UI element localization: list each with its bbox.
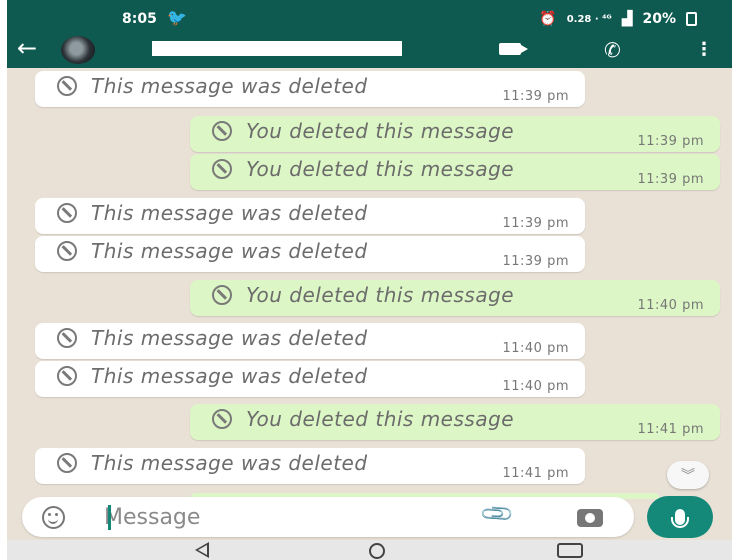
message-bubble-incoming[interactable]: This message was deleted 11:40 pm	[35, 323, 585, 359]
chat-header: 8:05 🐦 ⏰ 0.28 · ⁴ᴳ ▟ 20% ← ✆ ⋮	[7, 0, 732, 68]
ban-icon	[57, 76, 77, 96]
message-text: This message was deleted	[91, 239, 368, 263]
message-text: This message was deleted	[91, 201, 368, 225]
voice-message-button[interactable]	[647, 496, 713, 538]
message-time: 11:39 pm	[637, 172, 704, 187]
message-bubble-outgoing[interactable]: You deleted this message 11:39 pm	[190, 116, 720, 152]
network-speed: 0.28 · ⁴ᴳ	[566, 13, 612, 25]
message-text: This message was deleted	[91, 74, 368, 98]
message-text: This message was deleted	[91, 326, 368, 350]
message-input[interactable]	[104, 502, 464, 532]
message-text: This message was deleted	[91, 364, 368, 388]
ban-icon	[57, 241, 77, 261]
voice-call-icon[interactable]: ✆	[604, 38, 621, 62]
status-time: 8:05	[122, 11, 157, 27]
ban-icon	[57, 366, 77, 386]
message-text: This message was deleted	[91, 451, 368, 475]
phone-screen: 8:05 🐦 ⏰ 0.28 · ⁴ᴳ ▟ 20% ← ✆ ⋮ This mess…	[7, 0, 732, 560]
message-time: 11:40 pm	[502, 341, 569, 356]
nav-back-icon[interactable]	[195, 542, 209, 558]
ban-icon	[57, 203, 77, 223]
twitter-notification-icon: 🐦	[167, 8, 187, 27]
ban-icon	[212, 159, 232, 179]
contact-name[interactable]	[152, 41, 402, 56]
message-list[interactable]: This message was deleted 11:39 pm You de…	[7, 68, 732, 499]
paperclip-icon[interactable]: 📎	[479, 496, 516, 533]
double-chevron-down-icon: ︾	[681, 468, 695, 484]
system-navigation-bar	[7, 540, 732, 560]
message-bubble-incoming[interactable]: This message was deleted 11:41 pm	[35, 448, 585, 484]
ban-icon	[212, 409, 232, 429]
ban-icon	[57, 453, 77, 473]
message-time: 11:39 pm	[502, 89, 569, 104]
text-cursor	[108, 505, 111, 530]
message-bubble-outgoing[interactable]: You deleted this message 11:40 pm	[190, 280, 720, 316]
ban-icon	[57, 328, 77, 348]
battery-icon	[686, 12, 697, 26]
app-bar: ← ✆ ⋮	[7, 34, 732, 68]
contact-avatar[interactable]	[61, 36, 95, 64]
signal-icon: ▟	[621, 11, 633, 27]
message-bubble-incoming[interactable]: This message was deleted 11:40 pm	[35, 361, 585, 397]
nav-home-icon[interactable]	[369, 543, 385, 559]
video-call-icon[interactable]	[499, 43, 528, 55]
back-arrow-icon[interactable]: ←	[17, 36, 37, 60]
message-text: You deleted this message	[246, 283, 515, 307]
message-time: 11:39 pm	[637, 134, 704, 149]
emoji-icon[interactable]	[42, 506, 65, 529]
message-text: You deleted this message	[246, 119, 515, 143]
message-time: 11:39 pm	[502, 216, 569, 231]
ban-icon	[212, 285, 232, 305]
battery-percent: 20%	[642, 11, 676, 27]
message-time: 11:39 pm	[502, 254, 569, 269]
message-bubble-incoming[interactable]: This message was deleted 11:39 pm	[35, 71, 585, 107]
alarm-icon: ⏰	[539, 11, 557, 27]
more-options-icon[interactable]: ⋮	[695, 39, 713, 60]
nav-recents-icon[interactable]	[557, 543, 583, 558]
message-time: 11:41 pm	[637, 422, 704, 437]
message-bubble-outgoing[interactable]: You deleted this message 11:41 pm	[190, 404, 720, 440]
status-icons: ⏰ 0.28 · ⁴ᴳ ▟ 20%	[539, 11, 697, 27]
microphone-icon	[671, 509, 689, 528]
message-bubble-outgoing[interactable]: You deleted this message 11:39 pm	[190, 154, 720, 190]
message-time: 11:40 pm	[637, 298, 704, 313]
scroll-down-button[interactable]: ︾	[667, 461, 709, 489]
message-text: You deleted this message	[246, 157, 515, 181]
status-bar: 8:05 🐦 ⏰ 0.28 · ⁴ᴳ ▟ 20%	[7, 0, 732, 36]
message-text: You deleted this message	[246, 407, 515, 431]
message-bubble-incoming[interactable]: This message was deleted 11:39 pm	[35, 236, 585, 272]
message-bubble-incoming[interactable]: This message was deleted 11:39 pm	[35, 198, 585, 234]
message-time: 11:40 pm	[502, 379, 569, 394]
message-time: 11:41 pm	[502, 466, 569, 481]
camera-icon[interactable]	[577, 509, 603, 527]
message-composer: 📎	[22, 496, 634, 537]
ban-icon	[212, 121, 232, 141]
